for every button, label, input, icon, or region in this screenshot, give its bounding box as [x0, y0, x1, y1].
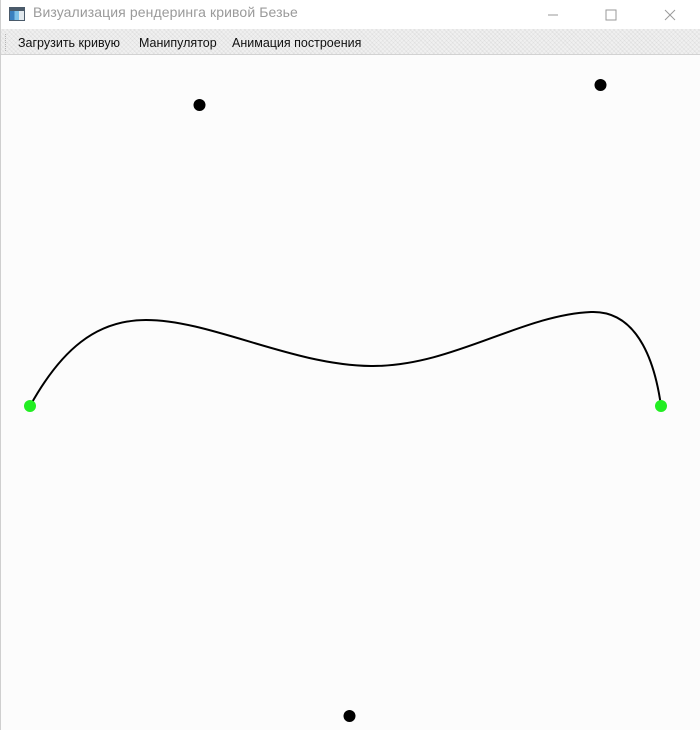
minimize-button[interactable]	[530, 0, 576, 29]
main-window: Визуализация рендеринга кривой Безье Заг…	[0, 0, 700, 730]
end-point[interactable]	[655, 400, 667, 412]
bezier-scene[interactable]	[1, 55, 700, 730]
menu-bar: Загрузить кривую Манипулятор Анимация по…	[1, 29, 700, 55]
menu-load-curve[interactable]: Загрузить кривую	[18, 36, 120, 50]
menu-construction-animation[interactable]: Анимация построения	[232, 36, 361, 50]
close-icon	[664, 9, 676, 20]
close-button[interactable]	[647, 0, 693, 29]
menu-manipulator[interactable]: Манипулятор	[139, 36, 217, 50]
app-window-icon	[9, 7, 25, 21]
control-point-2[interactable]	[594, 79, 607, 91]
bezier-curve	[29, 310, 662, 407]
minimize-icon	[548, 14, 558, 15]
maximize-icon	[605, 9, 617, 20]
drawing-canvas[interactable]	[1, 55, 700, 730]
window-title: Визуализация рендеринга кривой Безье	[33, 4, 298, 20]
title-bar[interactable]: Визуализация рендеринга кривой Безье	[1, 0, 700, 29]
control-point-3[interactable]	[343, 710, 356, 722]
control-point-1[interactable]	[193, 99, 206, 111]
start-point[interactable]	[24, 400, 36, 412]
menubar-grip	[5, 34, 8, 51]
maximize-button[interactable]	[588, 0, 634, 29]
